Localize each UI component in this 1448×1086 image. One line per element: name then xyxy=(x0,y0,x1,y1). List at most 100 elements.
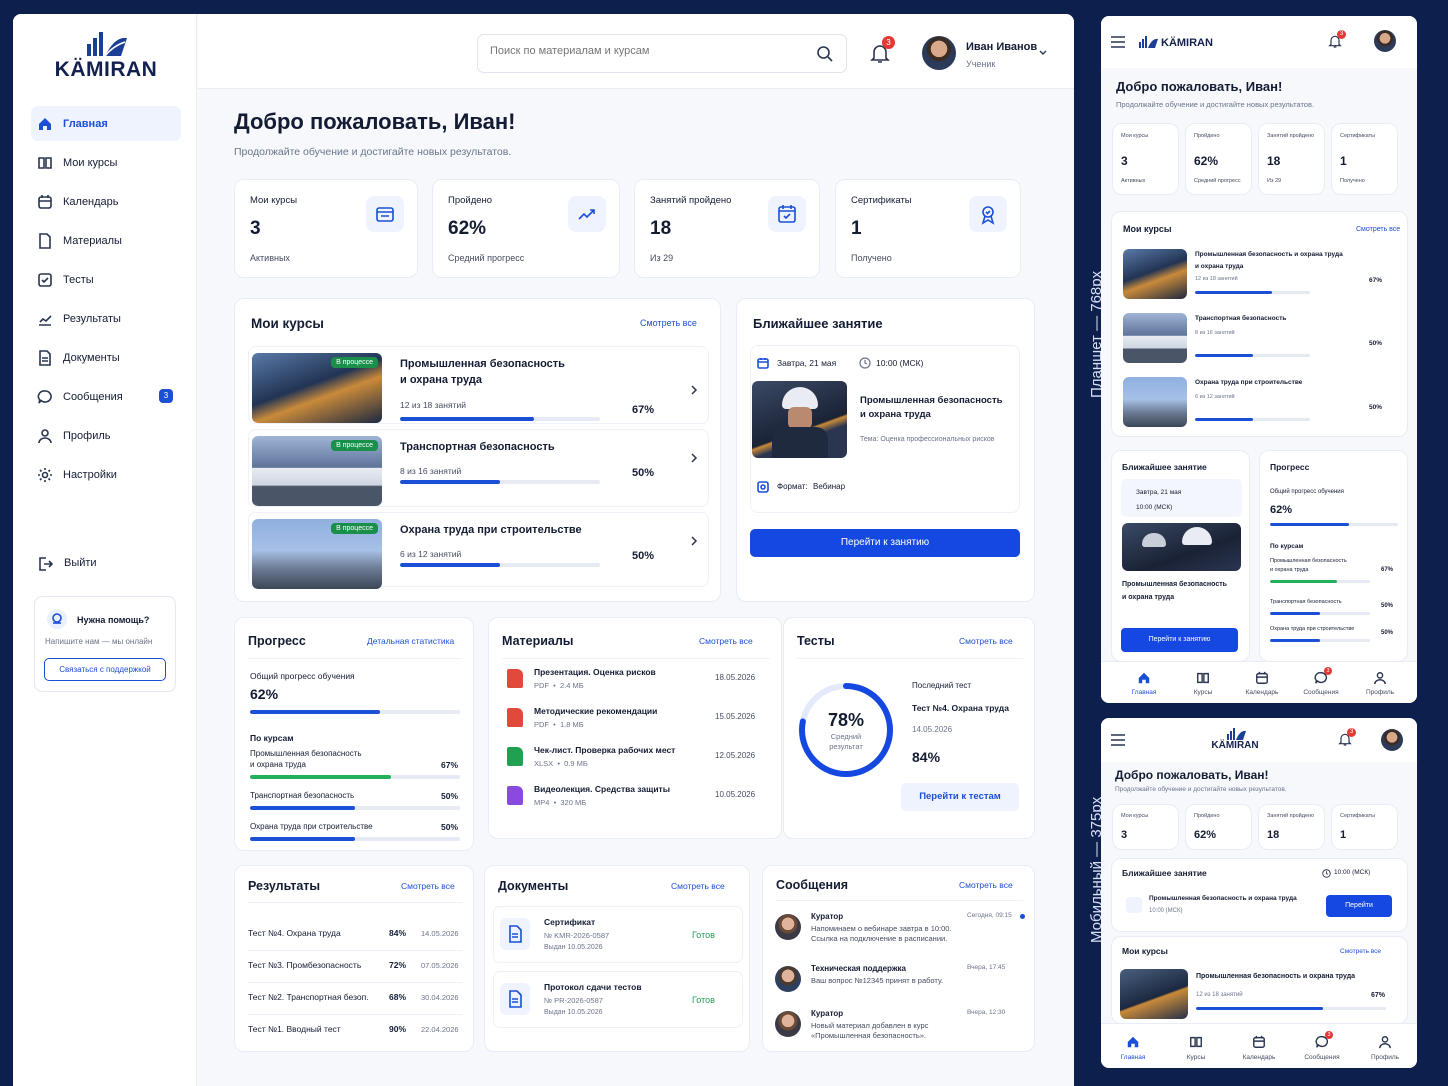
chevron-down-icon[interactable] xyxy=(1038,48,1048,58)
bottom-nav-item[interactable]: Курсы xyxy=(1175,662,1231,703)
tablet-course-thumbnail xyxy=(1123,377,1187,427)
mobile-stat-label: Сертификаты xyxy=(1340,813,1376,819)
tablet-next-box xyxy=(1121,479,1242,517)
tablet-avatar[interactable] xyxy=(1374,30,1396,52)
file-icon xyxy=(507,786,523,805)
bottom-nav-item[interactable]: Сообщения 3 xyxy=(1294,1024,1350,1066)
result-name[interactable]: Тест №4. Охрана труда xyxy=(248,928,341,938)
tablet-progress-percent: 67% xyxy=(1381,567,1394,573)
tablet-overall-label: Общий прогресс обучения xyxy=(1270,489,1344,495)
sidebar-item-profile[interactable]: Профиль xyxy=(31,418,181,453)
document-row[interactable]: Сертификат № KMR-2026-0587 Выдан 10.05.202… xyxy=(493,906,743,963)
search-box[interactable] xyxy=(477,34,847,73)
message-sender[interactable]: Куратор xyxy=(811,912,843,921)
tablet-stat-label: Занятий пройдено xyxy=(1267,133,1315,139)
user-icon xyxy=(38,429,52,444)
messages-see-all-link[interactable]: Смотреть все xyxy=(959,880,1013,890)
material-name[interactable]: Чек-лист. Проверка рабочих мест xyxy=(534,745,675,755)
book-icon xyxy=(1197,672,1209,684)
stat-value: 1 xyxy=(851,218,862,239)
tablet-progress-bar xyxy=(1270,580,1370,583)
result-name[interactable]: Тест №3. Промбезопасность xyxy=(248,960,361,970)
sidebar-item-tests[interactable]: Тесты xyxy=(31,262,181,297)
book-icon xyxy=(1190,1036,1202,1048)
result-name[interactable]: Тест №1. Вводный тест xyxy=(248,1024,341,1034)
message-sender[interactable]: Куратор xyxy=(811,1009,843,1018)
bottom-nav-item[interactable]: Календарь xyxy=(1234,662,1290,703)
contact-support-button[interactable]: Связаться с поддержкой xyxy=(44,658,166,681)
material-date: 12.05.2026 xyxy=(715,751,756,760)
search-input[interactable] xyxy=(490,45,790,57)
page-title: Добро пожаловать, Иван! xyxy=(234,109,516,134)
materials-see-all-link[interactable]: Смотреть все xyxy=(699,636,753,646)
bottom-nav-item[interactable]: Профиль xyxy=(1357,1024,1413,1066)
bottom-nav-item[interactable]: Профиль xyxy=(1352,662,1408,703)
stat-value: 62% xyxy=(448,218,487,239)
mobile-menu-icon[interactable] xyxy=(1111,734,1125,746)
home-icon xyxy=(1138,672,1150,684)
detailed-stats-link[interactable]: Детальная статистика xyxy=(367,636,454,646)
help-card: Нужна помощь? Напишите нам — мы онлайн С… xyxy=(34,596,176,692)
course-status-tag: В процессе xyxy=(331,357,378,368)
sidebar-item-messages[interactable]: Сообщения 3 xyxy=(31,379,181,414)
bottom-nav-label: Главная xyxy=(1131,689,1157,696)
mobile-next-icon xyxy=(1126,897,1142,913)
courses-see-all-link[interactable]: Смотреть все xyxy=(640,318,697,328)
menu-icon[interactable] xyxy=(1111,36,1125,48)
calendar-icon xyxy=(1253,1035,1265,1048)
mobile-go-button[interactable]: Перейти xyxy=(1326,895,1392,917)
bottom-nav-item[interactable]: Главная xyxy=(1105,1024,1161,1066)
mobile-notif-badge: 3 xyxy=(1347,728,1356,737)
user-name[interactable]: Иван Иванов xyxy=(966,41,1037,53)
progress-card: Прогресс Детальная статистика Общий прог… xyxy=(234,617,474,851)
avatar[interactable] xyxy=(922,36,956,70)
tablet-stat-value: 3 xyxy=(1121,154,1128,168)
tablet-brand[interactable]: KÄMIRAN xyxy=(1161,37,1213,49)
sidebar-item-settings[interactable]: Настройки xyxy=(31,457,181,492)
mobile-courses-link[interactable]: Смотреть все xyxy=(1340,948,1381,955)
tablet-courses-link[interactable]: Смотреть все xyxy=(1356,226,1400,233)
material-name[interactable]: Презентация. Оценка рисков xyxy=(534,667,656,677)
sidebar-item-calendar[interactable]: Календарь xyxy=(31,184,181,219)
tests-see-all-link[interactable]: Смотреть все xyxy=(959,636,1013,646)
course-row[interactable]: В процессе Промышленная безопасность и охр… xyxy=(248,346,709,424)
tablet-course-thumbnail xyxy=(1123,313,1187,363)
message-sender[interactable]: Техническая поддержка xyxy=(811,964,906,973)
documents-see-all-link[interactable]: Смотреть все xyxy=(671,881,725,891)
sidebar-item-results[interactable]: Результаты xyxy=(31,301,181,336)
go-to-tests-button[interactable]: Перейти к тестам xyxy=(901,783,1019,811)
material-name[interactable]: Видеолекция. Средства защиты xyxy=(534,784,670,794)
document-row[interactable]: Протокол сдачи тестов № PR-2026-0587 Выдан… xyxy=(493,971,743,1028)
mobile-brand[interactable]: KÄMIRAN xyxy=(1195,740,1275,751)
results-see-all-link[interactable]: Смотреть все xyxy=(401,881,455,891)
message-time: Вчера, 12:30 xyxy=(967,1009,1006,1016)
chevron-right-icon xyxy=(691,385,698,395)
go-to-lesson-button[interactable]: Перейти к занятию xyxy=(750,529,1020,557)
tablet-go-to-lesson-button[interactable]: Перейти к занятию xyxy=(1121,628,1238,652)
sidebar-item-documents[interactable]: Документы xyxy=(31,340,181,375)
course-row[interactable]: В процессе Транспортная безопасность 8 из … xyxy=(248,429,709,507)
bottom-nav-item[interactable]: Календарь xyxy=(1231,1024,1287,1066)
course-row[interactable]: В процессе Охрана труда при строительстве… xyxy=(248,512,709,589)
bottom-nav-item[interactable]: Главная xyxy=(1116,662,1172,703)
bottom-nav-label: Профиль xyxy=(1370,1054,1400,1061)
mobile-courses-title: Мои курсы xyxy=(1122,946,1168,956)
tablet-next-card: Ближайшее занятие Завтра, 21 мая 10:00 (… xyxy=(1111,450,1250,662)
bottom-nav-item[interactable]: Курсы xyxy=(1168,1024,1224,1066)
tablet-course-title-line2: и охрана труда xyxy=(1195,263,1244,270)
sidebar-item-label: Тесты xyxy=(63,274,94,286)
course-percent: 67% xyxy=(632,404,655,416)
mobile-avatar[interactable] xyxy=(1381,729,1403,751)
bottom-nav-item[interactable]: Сообщения 3 xyxy=(1293,662,1349,703)
material-name[interactable]: Методические рекомендации xyxy=(534,706,657,716)
sidebar-item-my-courses[interactable]: Мои курсы xyxy=(31,145,181,180)
result-divider xyxy=(248,982,462,983)
logo[interactable]: KÄMIRAN xyxy=(51,28,161,88)
sidebar-item-home[interactable]: Главная xyxy=(31,106,181,141)
notification-bell[interactable]: 3 xyxy=(868,36,896,69)
result-name[interactable]: Тест №2. Транспортная безоп. xyxy=(248,992,369,1002)
sidebar-item-materials[interactable]: Материалы xyxy=(31,223,181,258)
logout-button[interactable]: Выйти xyxy=(37,554,157,576)
document-issued: Выдан 10.05.2026 xyxy=(544,944,603,951)
format-value: Вебинар xyxy=(813,482,846,491)
